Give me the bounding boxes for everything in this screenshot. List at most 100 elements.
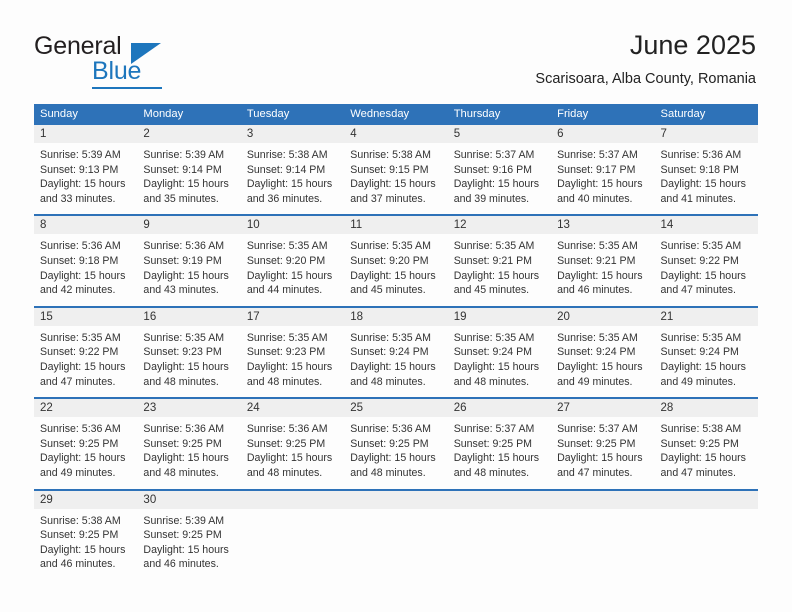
- day-cell[interactable]: Sunrise: 5:38 AM Sunset: 9:25 PM Dayligh…: [655, 417, 758, 488]
- day-cell[interactable]: Sunrise: 5:38 AM Sunset: 9:25 PM Dayligh…: [34, 509, 137, 580]
- sunrise-text: Sunrise: 5:39 AM: [40, 149, 121, 161]
- general-blue-logo[interactable]: General Blue: [34, 32, 224, 89]
- sunrise-text: Sunrise: 5:35 AM: [143, 331, 225, 344]
- sunset-text: Sunset: 9:14 PM: [143, 163, 222, 176]
- day-number[interactable]: 16: [137, 308, 240, 326]
- sunrise-text: Sunrise: 5:36 AM: [143, 240, 225, 253]
- day-cell[interactable]: Sunrise: 5:36 AM Sunset: 9:19 PM Dayligh…: [137, 234, 240, 305]
- day-cell[interactable]: Sunrise: 5:35 AM Sunset: 9:23 PM Dayligh…: [241, 326, 344, 397]
- daylight-text-line2: and 48 minutes.: [453, 375, 530, 388]
- day-number[interactable]: 21: [655, 308, 758, 326]
- day-cell[interactable]: Sunrise: 5:35 AM Sunset: 9:21 PM Dayligh…: [448, 234, 551, 305]
- daylight-text-line1: Daylight: 15 hours: [40, 269, 126, 282]
- day-cell[interactable]: Sunrise: 5:36 AM Sunset: 9:25 PM Dayligh…: [137, 417, 240, 488]
- day-cell[interactable]: Sunrise: 5:35 AM Sunset: 9:23 PM Dayligh…: [137, 326, 240, 397]
- day-number[interactable]: 25: [344, 399, 447, 417]
- sunrise-text: Sunrise: 5:38 AM: [660, 423, 742, 436]
- day-number[interactable]: 30: [137, 491, 240, 509]
- day-number[interactable]: 20: [551, 308, 654, 326]
- day-cell[interactable]: Sunrise: 5:36 AM Sunset: 9:18 PM Dayligh…: [655, 143, 758, 214]
- sunrise-text: Sunrise: 5:35 AM: [453, 331, 535, 344]
- day-number[interactable]: 5: [448, 125, 551, 143]
- daylight-text-line1: Daylight: 15 hours: [660, 269, 746, 282]
- day-number[interactable]: 1: [34, 125, 137, 143]
- daylight-text-line1: Daylight: 15 hours: [350, 360, 436, 373]
- sunset-text: Sunset: 9:14 PM: [246, 163, 326, 176]
- daylight-text-line1: Daylight: 15 hours: [557, 360, 643, 373]
- day-cell[interactable]: Sunrise: 5:39 AM Sunset: 9:14 PM Dayligh…: [137, 143, 240, 214]
- day-cell-empty: [241, 509, 344, 580]
- day-cell[interactable]: Sunrise: 5:35 AM Sunset: 9:24 PM Dayligh…: [448, 326, 551, 397]
- weekday-header-thursday: Thursday: [453, 108, 501, 120]
- sunrise-text: Sunrise: 5:35 AM: [453, 240, 535, 253]
- day-number[interactable]: 10: [241, 216, 344, 234]
- day-number-empty: [344, 491, 447, 509]
- daylight-text-line1: Daylight: 15 hours: [350, 269, 436, 282]
- day-number[interactable]: 4: [344, 125, 447, 143]
- day-number[interactable]: 2: [137, 125, 240, 143]
- day-number[interactable]: 28: [655, 399, 758, 417]
- day-cell[interactable]: Sunrise: 5:36 AM Sunset: 9:25 PM Dayligh…: [344, 417, 447, 488]
- day-number[interactable]: 13: [551, 216, 654, 234]
- day-number[interactable]: 9: [137, 216, 240, 234]
- daylight-text-line2: and 48 minutes.: [246, 466, 323, 479]
- day-number[interactable]: 24: [241, 399, 344, 417]
- day-number[interactable]: 3: [241, 125, 344, 143]
- daylight-text-line1: Daylight: 15 hours: [453, 360, 540, 373]
- daylight-text-line2: and 48 minutes.: [350, 375, 426, 388]
- day-number[interactable]: 12: [448, 216, 551, 234]
- daylight-text-line2: and 49 minutes.: [557, 375, 633, 388]
- day-cell[interactable]: Sunrise: 5:38 AM Sunset: 9:15 PM Dayligh…: [344, 143, 447, 214]
- day-number[interactable]: 23: [137, 399, 240, 417]
- sunset-text: Sunset: 9:23 PM: [246, 346, 326, 359]
- day-cell[interactable]: Sunrise: 5:37 AM Sunset: 9:16 PM Dayligh…: [448, 143, 551, 214]
- day-cell[interactable]: Sunrise: 5:35 AM Sunset: 9:24 PM Dayligh…: [344, 326, 447, 397]
- day-cell[interactable]: Sunrise: 5:36 AM Sunset: 9:25 PM Dayligh…: [241, 417, 344, 488]
- sunset-text: Sunset: 9:24 PM: [557, 346, 636, 359]
- day-cell[interactable]: Sunrise: 5:35 AM Sunset: 9:20 PM Dayligh…: [241, 234, 344, 305]
- daylight-text-line1: Daylight: 15 hours: [40, 360, 126, 373]
- daylight-text-line1: Daylight: 15 hours: [557, 452, 643, 465]
- week-detail-band: Sunrise: 5:35 AM Sunset: 9:22 PM Dayligh…: [34, 325, 758, 398]
- day-number[interactable]: 15: [34, 308, 137, 326]
- day-cell[interactable]: Sunrise: 5:37 AM Sunset: 9:25 PM Dayligh…: [448, 417, 551, 488]
- day-number[interactable]: 14: [655, 216, 758, 234]
- sunrise-text: Sunrise: 5:37 AM: [557, 149, 638, 161]
- daylight-text-line1: Daylight: 15 hours: [143, 543, 229, 556]
- day-number[interactable]: 11: [344, 216, 447, 234]
- sunrise-text: Sunrise: 5:37 AM: [453, 423, 535, 436]
- day-number[interactable]: 26: [448, 399, 551, 417]
- day-cell[interactable]: Sunrise: 5:35 AM Sunset: 9:24 PM Dayligh…: [551, 326, 654, 397]
- day-cell[interactable]: Sunrise: 5:37 AM Sunset: 9:25 PM Dayligh…: [551, 417, 654, 488]
- day-cell[interactable]: Sunrise: 5:37 AM Sunset: 9:17 PM Dayligh…: [551, 143, 654, 214]
- day-number[interactable]: 29: [34, 491, 137, 509]
- day-cell[interactable]: Sunrise: 5:35 AM Sunset: 9:22 PM Dayligh…: [34, 326, 137, 397]
- day-cell[interactable]: Sunrise: 5:38 AM Sunset: 9:14 PM Dayligh…: [241, 143, 344, 214]
- week-detail-band: Sunrise: 5:36 AM Sunset: 9:18 PM Dayligh…: [34, 234, 758, 306]
- sunset-text: Sunset: 9:25 PM: [143, 437, 222, 450]
- day-number[interactable]: 7: [655, 125, 758, 143]
- day-number[interactable]: 18: [344, 308, 447, 326]
- day-number[interactable]: 19: [448, 308, 551, 326]
- sunset-text: Sunset: 9:16 PM: [453, 163, 533, 176]
- week-detail-band: Sunrise: 5:38 AM Sunset: 9:25 PM Dayligh…: [34, 508, 758, 580]
- day-cell[interactable]: Sunrise: 5:35 AM Sunset: 9:24 PM Dayligh…: [655, 326, 758, 397]
- day-cell[interactable]: Sunrise: 5:39 AM Sunset: 9:13 PM Dayligh…: [34, 143, 137, 214]
- day-number[interactable]: 6: [551, 125, 654, 143]
- day-number[interactable]: 27: [551, 399, 654, 417]
- day-number[interactable]: 22: [34, 399, 137, 417]
- day-cell[interactable]: Sunrise: 5:39 AM Sunset: 9:25 PM Dayligh…: [137, 509, 240, 580]
- day-number-empty: [241, 491, 344, 509]
- day-number[interactable]: 8: [34, 216, 137, 234]
- week-detail-band: Sunrise: 5:36 AM Sunset: 9:25 PM Dayligh…: [34, 417, 758, 489]
- day-cell[interactable]: Sunrise: 5:36 AM Sunset: 9:18 PM Dayligh…: [34, 234, 137, 305]
- day-cell[interactable]: Sunrise: 5:35 AM Sunset: 9:22 PM Dayligh…: [655, 234, 758, 305]
- sunrise-text: Sunrise: 5:38 AM: [40, 514, 121, 527]
- day-cell[interactable]: Sunrise: 5:35 AM Sunset: 9:21 PM Dayligh…: [551, 234, 654, 305]
- day-cell[interactable]: Sunrise: 5:35 AM Sunset: 9:20 PM Dayligh…: [344, 234, 447, 305]
- day-cell[interactable]: Sunrise: 5:36 AM Sunset: 9:25 PM Dayligh…: [34, 417, 137, 488]
- sunset-text: Sunset: 9:25 PM: [660, 437, 739, 450]
- daylight-text-line2: and 48 minutes.: [246, 375, 323, 388]
- day-number[interactable]: 17: [241, 308, 344, 326]
- sunrise-text: Sunrise: 5:36 AM: [40, 423, 121, 436]
